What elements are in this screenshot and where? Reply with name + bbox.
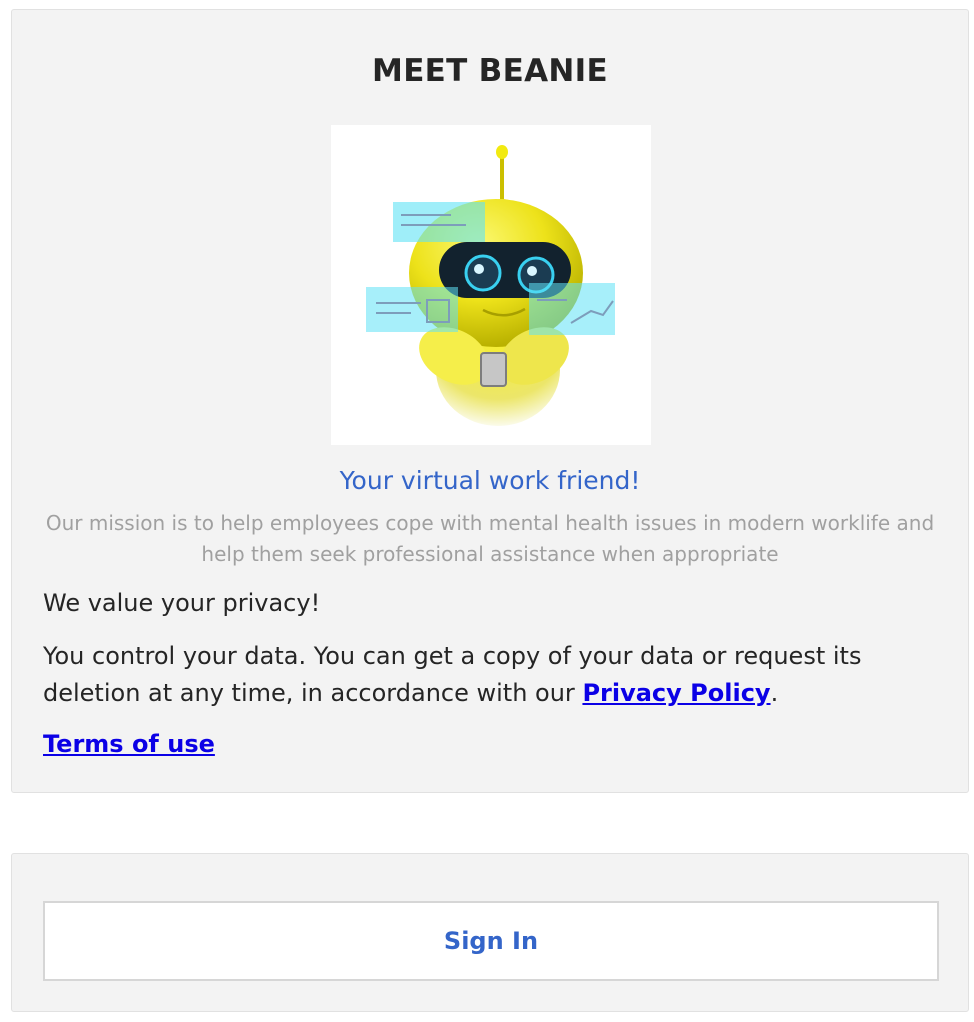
sign-in-button[interactable]: Sign In [43,901,939,981]
hero-image [331,125,651,445]
privacy-statement: You control your data. You can get a cop… [43,638,908,712]
robot-illustration [366,145,615,426]
privacy-text-end: . [770,679,779,707]
mission-statement: Our mission is to help employees cope wi… [45,511,935,566]
welcome-card: MEET BEANIE Your virtual work friend! Ou… [11,9,969,793]
terms-container: Terms of use [43,730,215,758]
card-title: MEET BEANIE [372,53,608,89]
privacy-heading: We value your privacy! [43,589,321,617]
privacy-policy-link[interactable]: Privacy Policy [582,679,770,707]
terms-of-use-link[interactable]: Terms of use [43,730,215,758]
tagline: Your virtual work friend! [339,466,641,495]
signin-card: Sign In [11,853,969,1012]
